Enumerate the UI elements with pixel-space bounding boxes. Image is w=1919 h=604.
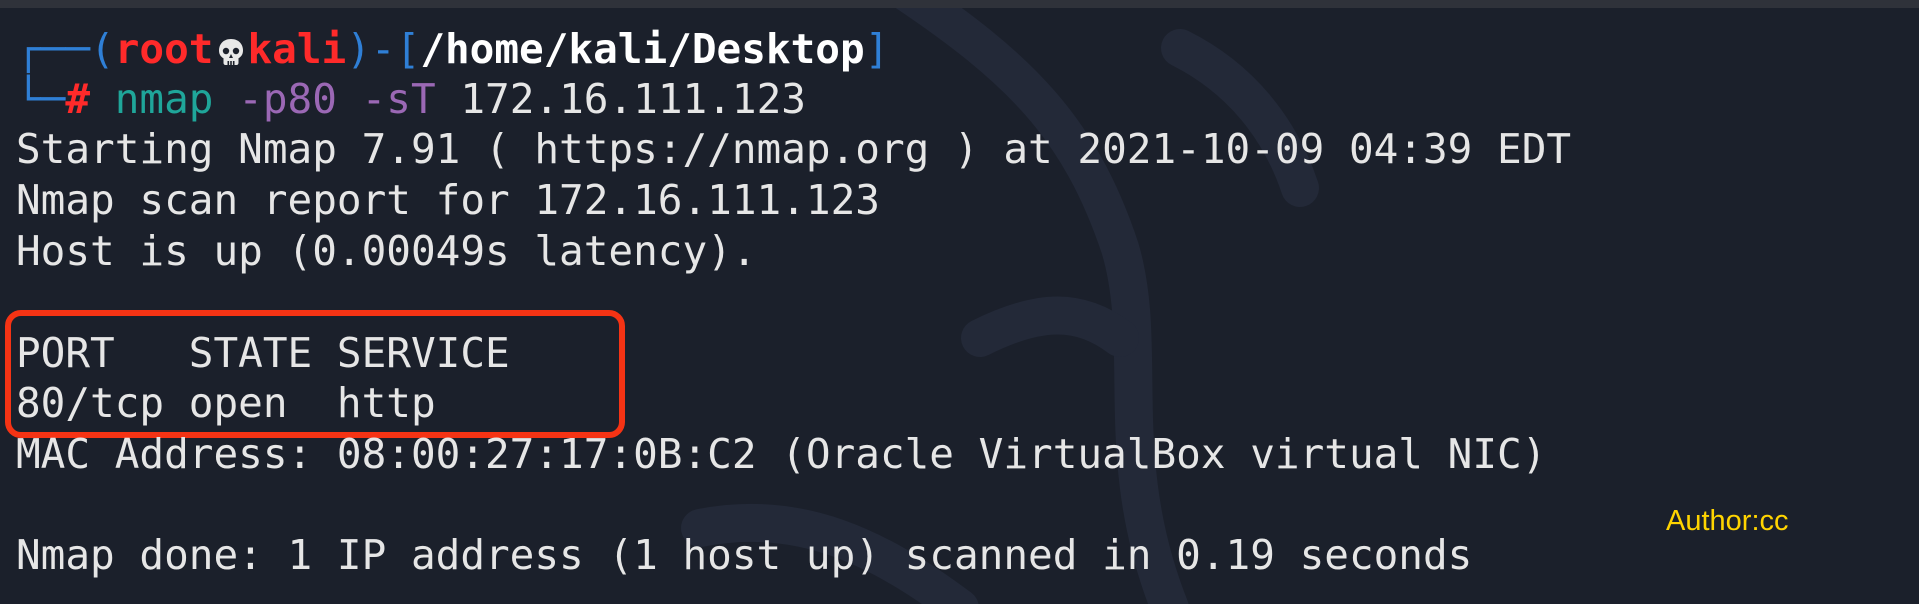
terminal-window[interactable]: ┌──(root kali)-[/home/kali/Desktop] └─# n…	[0, 8, 1919, 604]
output-starting: Starting Nmap 7.91 ( https://nmap.org ) …	[16, 125, 1572, 173]
skull-icon	[218, 39, 243, 65]
command-program: nmap	[114, 75, 214, 123]
output-nmap-done: Nmap done: 1 IP address (1 host up) scan…	[16, 531, 1473, 579]
prompt-symbol: #	[65, 75, 91, 123]
prompt-frame-close: ]	[864, 25, 890, 73]
command-flags: -p80 -sT	[238, 75, 436, 123]
prompt-host: kali	[247, 25, 347, 73]
command-target: 172.16.111.123	[460, 75, 806, 123]
output-scan-report: Nmap scan report for 172.16.111.123	[16, 176, 880, 224]
prompt-frame-bottom: └─	[16, 75, 66, 123]
command-line[interactable]: └─# nmap -p80 -sT 172.16.111.123	[16, 75, 806, 123]
prompt-frame-open: ┌──(	[16, 25, 115, 73]
prompt-frame-mid: )-[	[346, 25, 421, 73]
output-host-up: Host is up (0.00049s latency).	[16, 227, 757, 275]
output-mac-address: MAC Address: 08:00:27:17:0B:C2 (Oracle V…	[16, 430, 1547, 478]
prompt-line-1: ┌──(root kali)-[/home/kali/Desktop]	[16, 25, 889, 73]
prompt-user: root	[114, 25, 214, 73]
window-top-bar	[0, 0, 1919, 8]
port-table-highlight	[5, 310, 625, 438]
prompt-path: /home/kali/Desktop	[420, 25, 865, 73]
author-label: Author:cc	[1666, 505, 1789, 537]
